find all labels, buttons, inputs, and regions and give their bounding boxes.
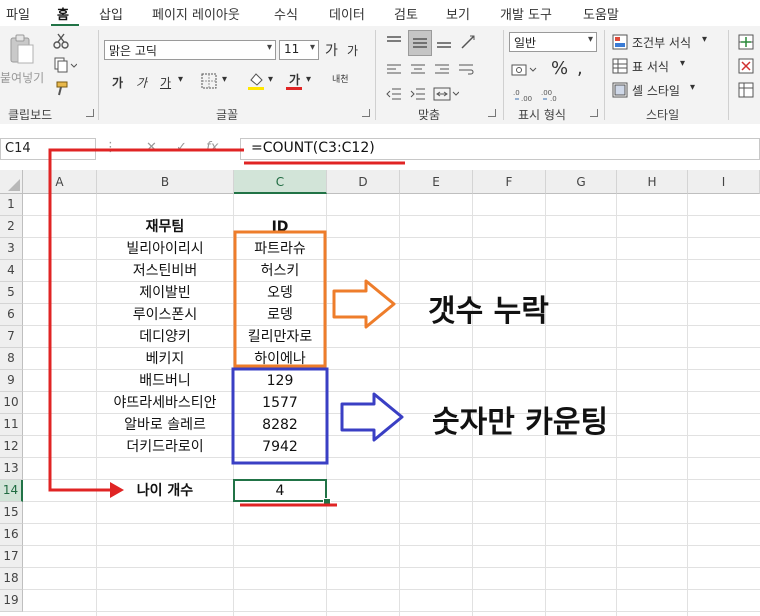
connector-arrowhead [110, 482, 124, 498]
formula-connector-line [48, 148, 244, 492]
annotation-numbers-only: 숫자만 카운팅 [432, 405, 609, 440]
annotation-missing-count: 갯수 누락 [428, 294, 549, 329]
text-ids-highlight-box [233, 230, 327, 368]
blue-arrow-icon [340, 392, 404, 442]
annotation-overlay [48, 148, 405, 507]
orange-arrow-icon [332, 279, 396, 329]
numeric-ids-highlight-box [231, 367, 329, 465]
